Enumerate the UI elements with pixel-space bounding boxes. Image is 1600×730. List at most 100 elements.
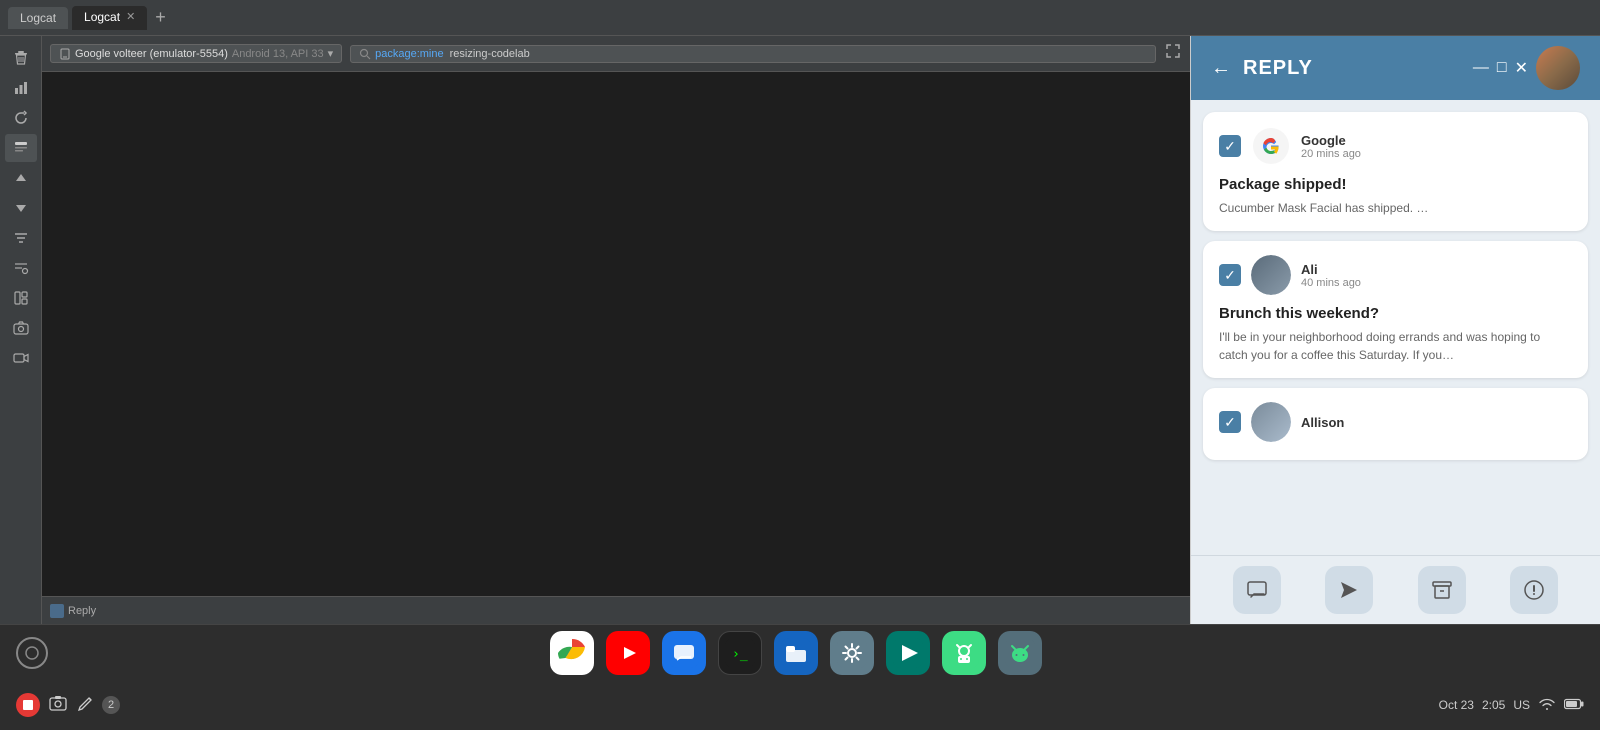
pen-icon: [76, 695, 94, 713]
scroll-up-icon[interactable]: [5, 164, 37, 192]
wifi-icon: [1538, 697, 1556, 714]
reply-indicator: Reply: [50, 604, 96, 618]
reply-action-button[interactable]: [1233, 566, 1281, 614]
home-button[interactable]: [16, 637, 48, 669]
logcat-content: [42, 72, 1190, 596]
video-icon[interactable]: [5, 344, 37, 372]
android-icon: [1005, 638, 1035, 668]
device-icon: [59, 48, 71, 60]
allison-sender-info: Allison: [1301, 415, 1572, 430]
play-app[interactable]: [886, 631, 930, 675]
chrome-icon: [557, 638, 587, 668]
stop-button[interactable]: [16, 693, 40, 717]
settings-app[interactable]: [830, 631, 874, 675]
maximize-button[interactable]: □: [1497, 59, 1507, 77]
alert-icon: [1523, 579, 1545, 601]
screenshot-button[interactable]: [48, 694, 68, 717]
send-icon: [1338, 579, 1360, 601]
terminal-app[interactable]: ›_: [718, 631, 762, 675]
android-taskbar: ›_: [0, 624, 1600, 680]
back-button[interactable]: ←: [1211, 57, 1231, 80]
badge-count: 2: [102, 696, 120, 714]
notification-actions: [1191, 555, 1600, 624]
ali-avatar: [1251, 255, 1291, 295]
tab-bar: Logcat Logcat ✕ +: [0, 0, 1600, 36]
taskbar-left: [16, 637, 48, 669]
files-icon: [781, 638, 811, 668]
ali-notif-time: 40 mins ago: [1301, 277, 1572, 289]
filter-lines-icon[interactable]: [5, 224, 37, 252]
chat-icon: [1246, 579, 1268, 601]
left-sidebar: [0, 36, 42, 624]
taskbar-center: ›_: [550, 631, 1042, 675]
user-avatar: [1536, 46, 1580, 90]
bar-chart-icon[interactable]: [5, 74, 37, 102]
home-icon: [25, 646, 39, 660]
pen-button[interactable]: [76, 695, 94, 716]
notif-header-left: ← REPLY: [1211, 57, 1313, 80]
alert-action-button[interactable]: [1510, 566, 1558, 614]
notification-card-google[interactable]: ✓: [1203, 112, 1588, 231]
camera-icon[interactable]: [5, 314, 37, 342]
archive-icon: [1431, 579, 1453, 601]
device-selector[interactable]: Google volteer (emulator-5554) Android 1…: [50, 44, 342, 63]
stop-icon: [23, 700, 33, 710]
notification-card-allison[interactable]: ✓ Allison: [1203, 388, 1588, 460]
svg-text:›_: ›_: [732, 647, 748, 662]
google-notif-subject: Package shipped!: [1219, 176, 1572, 193]
ide-container: Google volteer (emulator-5554) Android 1…: [0, 36, 1600, 624]
send-action-button[interactable]: [1325, 566, 1373, 614]
messages-app[interactable]: [662, 631, 706, 675]
layout-icon[interactable]: [5, 284, 37, 312]
tab-logcat-1[interactable]: Logcat: [8, 7, 68, 29]
android-studio-icon: [949, 638, 979, 668]
scroll-down-icon[interactable]: [5, 194, 37, 222]
files-app[interactable]: [774, 631, 818, 675]
google-sender-name: Google: [1301, 133, 1572, 148]
logcat-toolbar: Google volteer (emulator-5554) Android 1…: [42, 36, 1190, 72]
tab-logcat-2[interactable]: Logcat ✕: [72, 6, 147, 30]
device-info: Android 13, API 33: [232, 48, 324, 60]
messages-icon: [669, 638, 699, 668]
system-locale: US: [1513, 698, 1530, 712]
checkbox-google[interactable]: ✓: [1219, 135, 1241, 157]
tab-close-button[interactable]: ✕: [126, 10, 135, 23]
android-app[interactable]: [998, 631, 1042, 675]
google-sender-info: Google 20 mins ago: [1301, 133, 1572, 160]
expand-button[interactable]: [1164, 42, 1182, 65]
tab-label-2: Logcat: [84, 10, 120, 24]
refresh-icon[interactable]: [5, 104, 37, 132]
bottom-status-bar: Reply: [42, 596, 1190, 624]
delete-icon[interactable]: [5, 44, 37, 72]
system-date: Oct 23: [1439, 698, 1474, 712]
notif-card-header-google: ✓: [1219, 126, 1572, 166]
system-bar-left: 2: [16, 693, 120, 717]
tab-add-button[interactable]: +: [151, 7, 170, 28]
minimize-button[interactable]: —: [1473, 59, 1489, 77]
google-notif-body: Cucumber Mask Facial has shipped. …: [1219, 199, 1572, 217]
notification-panel: ← REPLY — □ ✕ ✓: [1190, 36, 1600, 624]
checkbox-ali[interactable]: ✓: [1219, 264, 1241, 286]
logcat-main: Google volteer (emulator-5554) Android 1…: [42, 36, 1190, 624]
avatar-image: [1536, 46, 1580, 90]
allison-sender-name: Allison: [1301, 415, 1572, 430]
ali-sender-info: Ali 40 mins ago: [1301, 262, 1572, 289]
ali-notif-body: I'll be in your neighborhood doing erran…: [1219, 328, 1572, 364]
checkbox-allison[interactable]: ✓: [1219, 411, 1241, 433]
filter-settings-icon[interactable]: [5, 254, 37, 282]
filter-icon: [359, 48, 371, 60]
scroll-end-icon[interactable]: [5, 134, 37, 162]
google-notif-time: 20 mins ago: [1301, 148, 1572, 160]
chrome-app[interactable]: [550, 631, 594, 675]
tab-label-1: Logcat: [20, 11, 56, 25]
google-logo-icon: [1253, 128, 1289, 164]
close-button[interactable]: ✕: [1515, 58, 1528, 78]
filter-box[interactable]: package:mine resizing-codelab: [350, 45, 1156, 63]
android-studio-app[interactable]: [942, 631, 986, 675]
notif-title: REPLY: [1243, 57, 1313, 80]
settings-icon: [837, 638, 867, 668]
notification-card-ali[interactable]: ✓ Ali 40 mins ago Brunch this weekend? I…: [1203, 241, 1588, 378]
archive-action-button[interactable]: [1418, 566, 1466, 614]
youtube-app[interactable]: [606, 631, 650, 675]
device-dropdown-icon[interactable]: ▾: [328, 47, 334, 60]
